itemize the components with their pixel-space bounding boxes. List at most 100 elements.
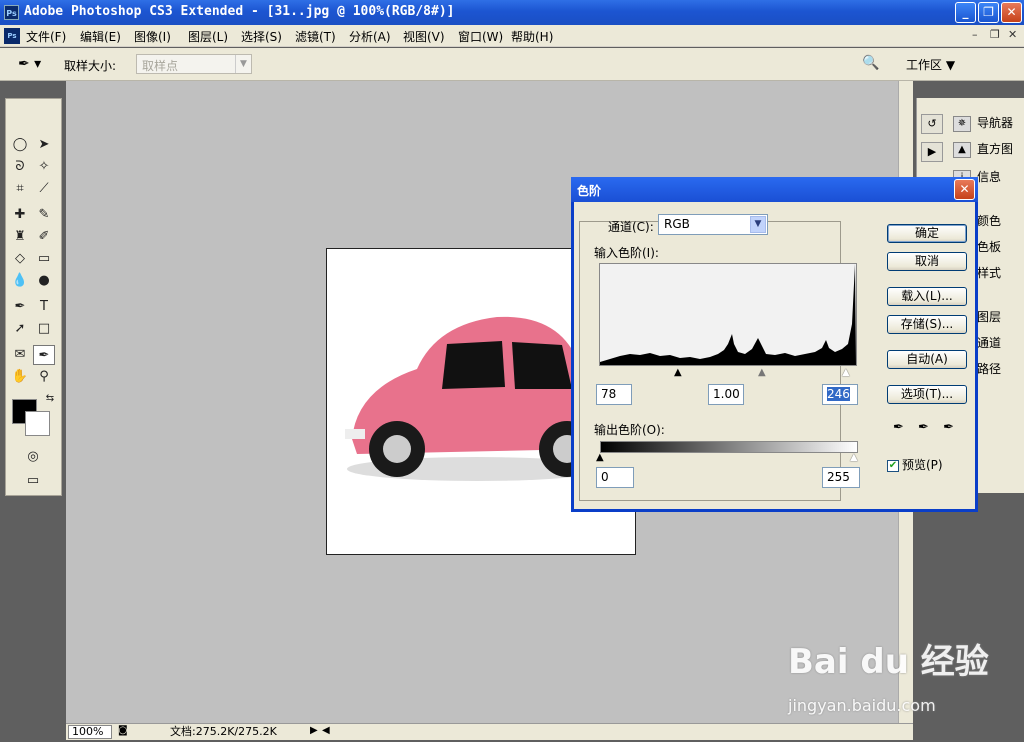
- doc-minimize-icon[interactable]: –: [972, 28, 978, 41]
- output-black-slider[interactable]: ▲: [596, 452, 604, 463]
- status-menu-icon[interactable]: ◙: [118, 725, 128, 736]
- output-levels-label: 输出色阶(O):: [594, 423, 665, 437]
- histogram-graph: [600, 264, 856, 365]
- menu-file[interactable]: 文件(F): [26, 28, 66, 45]
- doc-restore-icon[interactable]: ❐: [990, 28, 1000, 41]
- brush-tool-icon[interactable]: ✎: [33, 205, 55, 225]
- input-white-field[interactable]: 246: [822, 384, 858, 405]
- status-bar: 100% ◙ 文档:275.2K/275.2K ▶ ◀: [66, 723, 913, 740]
- dialog-close-button[interactable]: ✕: [954, 179, 975, 200]
- status-arrow-icon[interactable]: ▶: [310, 725, 318, 736]
- minimize-button[interactable]: _: [955, 2, 976, 23]
- swap-colors-icon[interactable]: ⇆: [39, 389, 61, 409]
- options-button[interactable]: 选项(T)...: [887, 385, 967, 404]
- actions-panel-icon[interactable]: ▶: [921, 142, 943, 162]
- channel-select[interactable]: RGB ▼: [658, 214, 768, 235]
- magic-wand-icon[interactable]: ✧: [33, 157, 55, 177]
- crop-tool-icon[interactable]: ⌗: [9, 179, 31, 199]
- healing-brush-icon[interactable]: ✚: [9, 205, 31, 225]
- watermark-brand: Bai du 经验: [788, 642, 989, 682]
- gradient-tool-icon[interactable]: ▭: [33, 249, 55, 269]
- output-gradient: [600, 441, 858, 453]
- panel-histogram[interactable]: ▲ 直方图: [953, 140, 1013, 162]
- auto-button[interactable]: 自动(A): [887, 350, 967, 369]
- lasso-tool-icon[interactable]: ᘐ: [9, 157, 31, 177]
- input-gamma-field[interactable]: 1.00: [708, 384, 744, 405]
- sample-size-select[interactable]: 取样点 ▼: [136, 54, 252, 74]
- history-brush-icon[interactable]: ✐: [33, 227, 55, 247]
- watermark-url: jingyan.baidu.com: [788, 696, 936, 715]
- histogram: [599, 263, 857, 366]
- zoom-field[interactable]: 100%: [68, 725, 112, 739]
- cancel-button[interactable]: 取消: [887, 252, 967, 271]
- move-tool-icon[interactable]: ➤: [33, 135, 55, 155]
- output-black-field[interactable]: 0: [596, 467, 634, 488]
- bridge-icon[interactable]: 🔍: [862, 55, 879, 71]
- save-button[interactable]: 存储(S)...: [887, 315, 967, 334]
- menu-window[interactable]: 窗口(W): [458, 28, 503, 45]
- dodge-tool-icon[interactable]: ●: [33, 271, 55, 291]
- watermark: Bai du 经验 jingyan.baidu.com: [788, 634, 989, 715]
- history-panel-icon[interactable]: ↺: [921, 114, 943, 134]
- white-eyedropper-icon[interactable]: ✒: [943, 420, 954, 435]
- levels-dialog: 色阶 ✕ 通道(C): RGB ▼ 输入色阶(I): ▲ ▲ ▲ 78 1.00…: [571, 177, 978, 512]
- menu-analysis[interactable]: 分析(A): [349, 28, 391, 45]
- output-white-field[interactable]: 255: [822, 467, 860, 488]
- options-bar: ✒ ▾ 取样大小: 取样点 ▼ 🔍 工作区 ▼: [0, 48, 1024, 81]
- menu-layer[interactable]: 图层(L): [188, 28, 228, 45]
- menu-select[interactable]: 选择(S): [241, 28, 282, 45]
- notes-tool-icon[interactable]: ✉: [9, 345, 31, 365]
- output-white-slider[interactable]: ▲: [850, 452, 858, 463]
- eyedropper-tool-icon[interactable]: ✒: [33, 345, 55, 365]
- menu-edit[interactable]: 编辑(E): [80, 28, 121, 45]
- type-tool-icon[interactable]: T: [33, 297, 55, 317]
- restore-button[interactable]: ❐: [978, 2, 999, 23]
- restore-icon: ❐: [983, 5, 994, 19]
- eyedropper-preset-icon[interactable]: ✒ ▾: [18, 56, 41, 72]
- screen-mode-icon[interactable]: ▭: [22, 471, 44, 491]
- chevron-down-icon: ▼: [750, 216, 766, 233]
- slice-tool-icon[interactable]: ⟋: [33, 179, 55, 199]
- hand-tool-icon[interactable]: ✋: [9, 367, 31, 387]
- input-white-slider[interactable]: ▲: [842, 367, 850, 378]
- eraser-tool-icon[interactable]: ◇: [9, 249, 31, 269]
- menu-help[interactable]: 帮助(H): [511, 28, 553, 45]
- document-icon[interactable]: Ps: [4, 28, 20, 44]
- zoom-tool-icon[interactable]: ⚲: [33, 367, 55, 387]
- input-gamma-slider[interactable]: ▲: [758, 367, 766, 378]
- input-black-field[interactable]: 78: [596, 384, 632, 405]
- menu-image[interactable]: 图像(I): [134, 28, 171, 45]
- menu-bar: Ps 文件(F) 编辑(E) 图像(I) 图层(L) 选择(S) 滤镜(T) 分…: [0, 25, 1024, 47]
- pen-tool-icon[interactable]: ✒: [9, 297, 31, 317]
- panel-navigator[interactable]: ✵ 导航器: [953, 114, 1013, 136]
- toolbox: ◯ ➤ ᘐ ✧ ⌗ ⟋ ✚ ✎ ♜ ✐ ◇ ▭ 💧 ● ✒ T ➚ □ ✉ ✒ …: [5, 98, 62, 496]
- minimize-icon: _: [962, 5, 969, 19]
- chevron-down-icon: ▼: [235, 55, 251, 73]
- doc-close-icon[interactable]: ✕: [1008, 28, 1017, 41]
- checkmark-icon: ✔: [887, 459, 899, 472]
- stamp-tool-icon[interactable]: ♜: [9, 227, 31, 247]
- channel-label: 通道(C):: [608, 220, 654, 234]
- close-button[interactable]: ✕: [1001, 2, 1022, 23]
- menu-filter[interactable]: 滤镜(T): [295, 28, 336, 45]
- gray-eyedropper-icon[interactable]: ✒: [918, 420, 929, 435]
- ok-button[interactable]: 确定: [887, 224, 967, 243]
- close-icon: ✕: [1006, 5, 1017, 19]
- marquee-tool-icon[interactable]: ◯: [9, 135, 31, 155]
- scroll-left-icon[interactable]: ◀: [322, 725, 330, 736]
- preview-checkbox[interactable]: ✔ 预览(P): [887, 456, 943, 473]
- input-black-slider[interactable]: ▲: [674, 367, 682, 378]
- eyedroppers: ✒ ✒ ✒: [893, 420, 964, 435]
- app-icon: Ps: [4, 5, 19, 20]
- workspace-button[interactable]: 工作区 ▼: [906, 56, 955, 73]
- load-button[interactable]: 载入(L)...: [887, 287, 967, 306]
- blur-tool-icon[interactable]: 💧: [9, 271, 31, 291]
- title-bar: Ps Adobe Photoshop CS3 Extended - [31..j…: [0, 0, 1024, 25]
- menu-view[interactable]: 视图(V): [403, 28, 445, 45]
- quick-mask-icon[interactable]: ◎: [22, 447, 44, 467]
- histogram-icon: ▲: [953, 141, 971, 158]
- shape-tool-icon[interactable]: □: [33, 319, 55, 339]
- black-eyedropper-icon[interactable]: ✒: [893, 420, 904, 435]
- background-color-swatch[interactable]: [25, 411, 50, 436]
- path-select-icon[interactable]: ➚: [9, 319, 31, 339]
